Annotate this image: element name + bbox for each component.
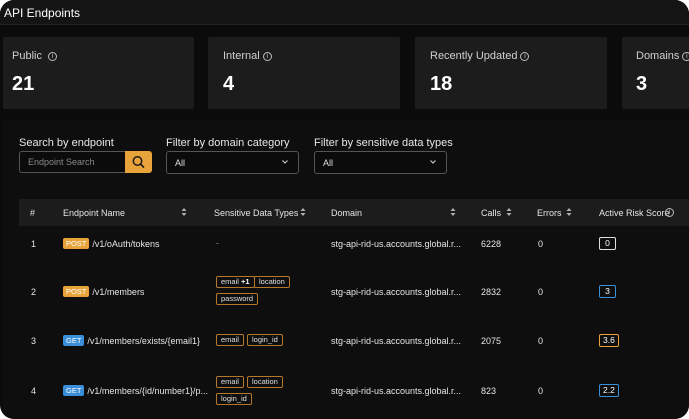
domain-cell: stg-api-rid-us.accounts.global.r... [331,287,462,297]
row-index: 1 [31,239,37,249]
endpoint-name[interactable]: POST/v1/members [63,286,144,297]
row-index: 3 [31,336,37,346]
stat-label: Internal [223,50,260,62]
risk-score-badge: 3 [599,285,616,298]
stat-card-domains: Domains i 3 [622,37,689,109]
stat-card-public: Public i 21 [3,37,194,109]
sensitive-tag: password [216,293,259,305]
table-row[interactable]: 1 POST/v1/oAuth/tokens - stg-api-rid-us.… [19,230,689,260]
chevron-down-icon [430,160,436,164]
column-errors[interactable]: Errors [537,208,562,218]
method-badge: POST [63,238,90,249]
sensitive-tag: location [247,376,283,388]
method-badge: GET [63,335,85,346]
info-icon[interactable]: i [47,52,57,61]
search-label: Search by endpoint [19,137,114,149]
row-index: 2 [31,287,37,297]
column-sensitive[interactable]: Sensitive Data Types [214,208,298,218]
info-icon[interactable]: i [520,52,530,61]
endpoint-path: /v1/members [92,287,145,297]
search-button[interactable] [125,151,152,173]
row-index: 4 [31,386,37,396]
sensitive-tag: login_id [247,334,283,346]
column-risk[interactable]: Active Risk Score [599,208,670,218]
endpoint-path: /v1/members/exists/{email1} [87,336,200,346]
tag-more-count: +1 [241,277,250,286]
sensitive-empty: - [216,238,219,248]
calls-cell: 823 [481,386,497,396]
table-row[interactable]: 2 POST/v1/members email +1 location pass… [19,270,689,310]
search-input[interactable] [20,152,125,172]
stat-value: 21 [12,73,35,95]
search-field[interactable] [19,151,125,173]
errors-cell: 0 [538,239,544,249]
calls-cell: 2075 [481,336,502,346]
sensitive-tag: email [216,376,244,388]
endpoint-path: /v1/members/{id/number1}/p... [87,386,208,396]
domain-cell: stg-api-rid-us.accounts.global.r... [331,336,462,346]
column-index: # [30,208,36,218]
stat-card-recently-updated: Recently Updated i 18 [415,37,607,109]
sort-icon[interactable] [566,207,572,217]
info-icon[interactable]: i [682,52,689,61]
sort-icon[interactable] [300,207,306,217]
column-calls[interactable]: Calls [481,208,501,218]
title-bar: API Endpoints [0,0,689,25]
sensitive-filter-label: Filter by sensitive data types [314,137,453,149]
endpoint-name[interactable]: GET/v1/members/{id/number1}/p... [63,385,208,396]
info-icon[interactable]: i [262,52,272,61]
calls-cell: 6228 [481,239,502,249]
table-row[interactable]: 4 GET/v1/members/{id/number1}/p... email… [19,370,689,410]
sensitive-tag: email [216,334,244,346]
column-domain[interactable]: Domain [331,208,362,218]
risk-score-badge: 3.6 [599,334,619,347]
chevron-down-icon [282,160,288,164]
stat-card-internal: Internal i 4 [208,37,400,109]
info-icon[interactable]: i [665,208,674,217]
table-header: # Endpoint Name Sensitive Data Types Dom… [19,199,689,226]
method-badge: POST [63,286,90,297]
domain-filter-select[interactable]: All [166,151,299,174]
stat-label: Recently Updated [430,50,518,62]
stat-label: Public [12,50,42,62]
method-badge: GET [63,385,85,396]
stat-label: Domains [636,50,680,62]
column-endpoint[interactable]: Endpoint Name [63,208,125,218]
sensitive-tag: login_id [216,393,252,405]
sensitive-tag: email +1 [216,276,255,288]
errors-cell: 0 [538,287,544,297]
errors-cell: 0 [538,386,544,396]
sensitive-tag: location [254,276,290,288]
domain-cell: stg-api-rid-us.accounts.global.r... [331,239,462,249]
sensitive-filter-select[interactable]: All [314,151,447,174]
sort-icon[interactable] [181,207,187,217]
page-title: API Endpoints [4,6,81,20]
stat-value: 18 [430,73,453,95]
app-window: API Endpoints Public i 21 Internal i 4 Rec… [0,0,689,419]
errors-cell: 0 [538,336,544,346]
stat-value: 4 [223,73,235,95]
search-icon [132,156,145,168]
risk-score-badge: 2.2 [599,384,619,397]
endpoint-name[interactable]: GET/v1/members/exists/{email1} [63,335,200,346]
select-value: All [323,158,334,168]
select-value: All [175,158,186,168]
table-row[interactable]: 3 GET/v1/members/exists/{email1} email l… [19,325,689,355]
endpoint-name[interactable]: POST/v1/oAuth/tokens [63,238,159,249]
endpoint-path: /v1/oAuth/tokens [92,239,160,249]
calls-cell: 2832 [481,287,502,297]
sort-icon[interactable] [450,207,456,217]
sort-icon[interactable] [506,207,512,217]
stat-value: 3 [636,73,648,95]
risk-score-badge: 0 [599,237,616,250]
domain-cell: stg-api-rid-us.accounts.global.r... [331,386,462,396]
domain-filter-label: Filter by domain category [166,137,290,149]
